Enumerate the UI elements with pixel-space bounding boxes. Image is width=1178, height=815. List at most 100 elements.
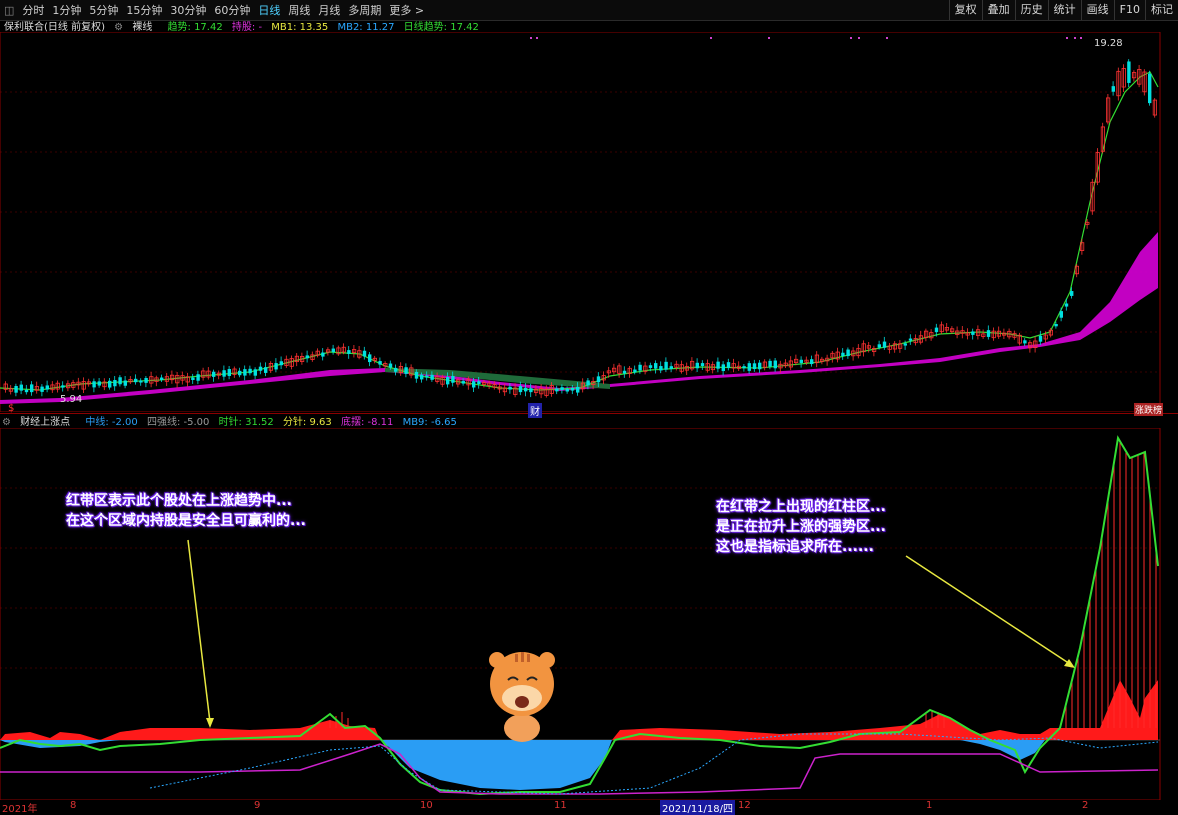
indicator-title[interactable]: ⚙ 财经上涨点 bbox=[2, 417, 76, 428]
axis-label: 12 bbox=[738, 800, 751, 811]
candle-body bbox=[877, 344, 881, 348]
candle-body bbox=[196, 374, 200, 381]
candle-body bbox=[222, 370, 226, 377]
candle-body bbox=[24, 389, 29, 393]
blue-zone bbox=[0, 740, 1045, 790]
tab-5min[interactable]: 5分钟 bbox=[85, 2, 122, 18]
candle-body bbox=[700, 363, 705, 367]
candle-body bbox=[654, 363, 658, 369]
tab-monthly[interactable]: 月线 bbox=[314, 2, 344, 18]
dollar-marker: $ bbox=[8, 403, 15, 414]
mb9-value: MB9: -6.65 bbox=[402, 417, 457, 428]
candle-body bbox=[113, 380, 117, 387]
candle-body bbox=[238, 370, 242, 376]
hour-hand-value: 时针: 31.52 bbox=[218, 417, 274, 428]
divider bbox=[0, 413, 1178, 414]
tab-fenshi[interactable]: 分时 bbox=[18, 2, 48, 18]
candle-body bbox=[971, 331, 975, 335]
tab-60min[interactable]: 60分钟 bbox=[210, 2, 254, 18]
price-high-label: 19.28 bbox=[1094, 38, 1123, 49]
down-band bbox=[385, 368, 610, 389]
candle-body bbox=[30, 384, 34, 393]
candle-body bbox=[846, 349, 850, 357]
candle-body bbox=[446, 376, 450, 385]
tab-15min[interactable]: 15分钟 bbox=[122, 2, 166, 18]
candle-body bbox=[586, 380, 590, 386]
candle-body bbox=[903, 343, 907, 346]
candle-body bbox=[388, 363, 393, 368]
candle-body bbox=[508, 386, 512, 390]
price-chart[interactable]: 19.28 5.94 bbox=[0, 32, 1178, 412]
indicator-chart[interactable] bbox=[0, 428, 1178, 800]
candle-body bbox=[1111, 86, 1115, 92]
finance-marker[interactable]: 财 bbox=[528, 403, 542, 418]
tab-weekly[interactable]: 周线 bbox=[284, 2, 314, 18]
draw-line-button[interactable]: 画线 bbox=[1080, 0, 1114, 20]
candle-body bbox=[414, 371, 419, 379]
candle-body bbox=[144, 378, 148, 383]
tab-1min[interactable]: 1分钟 bbox=[48, 2, 85, 18]
history-button[interactable]: 历史 bbox=[1014, 0, 1048, 20]
axis-label: 10 bbox=[420, 800, 433, 811]
candle-body bbox=[123, 380, 127, 386]
candle-body bbox=[362, 350, 367, 357]
candle-body bbox=[451, 375, 455, 383]
axis-cursor-date: 2021/11/18/四 bbox=[660, 800, 736, 815]
candle-body bbox=[378, 361, 382, 365]
candle-body bbox=[472, 381, 476, 388]
weak-line-value: 四强线: -5.00 bbox=[146, 417, 210, 428]
candle-body bbox=[695, 362, 699, 369]
candle-body bbox=[747, 363, 751, 371]
candle-body bbox=[841, 352, 845, 357]
candle-body bbox=[721, 364, 725, 372]
axis-label: 9 bbox=[254, 800, 261, 811]
candle-body bbox=[633, 369, 637, 373]
overlay-button[interactable]: 叠加 bbox=[981, 0, 1015, 20]
mark-button[interactable]: 标记 bbox=[1145, 0, 1178, 20]
tab-multi-period[interactable]: 多周期 bbox=[344, 2, 385, 18]
candle-body bbox=[768, 360, 772, 367]
candle-body bbox=[560, 387, 564, 391]
candle-body bbox=[1059, 311, 1063, 318]
candle-body bbox=[331, 348, 335, 353]
candle-body bbox=[160, 377, 164, 380]
candle-body bbox=[212, 371, 216, 377]
candle-body bbox=[1070, 291, 1074, 296]
candle-body bbox=[1064, 303, 1069, 307]
stats-button[interactable]: 统计 bbox=[1047, 0, 1081, 20]
tab-30min[interactable]: 30分钟 bbox=[166, 2, 210, 18]
candle-body bbox=[1038, 335, 1043, 342]
f10-button[interactable]: F10 bbox=[1113, 0, 1145, 20]
candle-body bbox=[669, 366, 673, 369]
candle-body bbox=[1127, 61, 1131, 83]
rank-marker[interactable]: 涨跌榜 bbox=[1134, 403, 1164, 416]
candle-body bbox=[726, 362, 731, 368]
candle-body bbox=[19, 384, 23, 391]
candle-body bbox=[908, 338, 913, 341]
candle-body bbox=[118, 377, 122, 385]
tab-daily[interactable]: 日线 bbox=[254, 2, 284, 18]
candle-body bbox=[622, 370, 627, 374]
candle-body bbox=[404, 367, 408, 374]
tab-more[interactable]: 更多 > bbox=[385, 2, 428, 18]
candle-body bbox=[648, 365, 653, 368]
candle-body bbox=[555, 388, 559, 392]
candle-body bbox=[1148, 73, 1152, 104]
bottom-swing-value: 底摆: -8.11 bbox=[340, 417, 394, 428]
candle-body bbox=[227, 369, 231, 376]
restore-rights-button[interactable]: 复权 bbox=[948, 0, 982, 20]
candle-body bbox=[139, 380, 143, 383]
candle-body bbox=[394, 367, 398, 372]
candlesticks bbox=[3, 59, 1157, 399]
left-annotation: 红带区表示此个股处在上涨趋势中... 在这个区域内持股是安全且可赢利的... bbox=[66, 493, 306, 529]
panel-toggle-icon[interactable]: ◫ bbox=[0, 4, 18, 17]
candle-body bbox=[518, 386, 523, 393]
candle-body bbox=[1054, 324, 1058, 327]
left-arrow bbox=[187, 539, 211, 723]
candle-body bbox=[477, 381, 481, 385]
tiger-mascot-icon bbox=[489, 652, 555, 742]
candle-body bbox=[565, 388, 569, 392]
axis-label: 2021年 bbox=[2, 804, 38, 815]
candle-body bbox=[40, 386, 44, 392]
candle-body bbox=[882, 341, 887, 348]
